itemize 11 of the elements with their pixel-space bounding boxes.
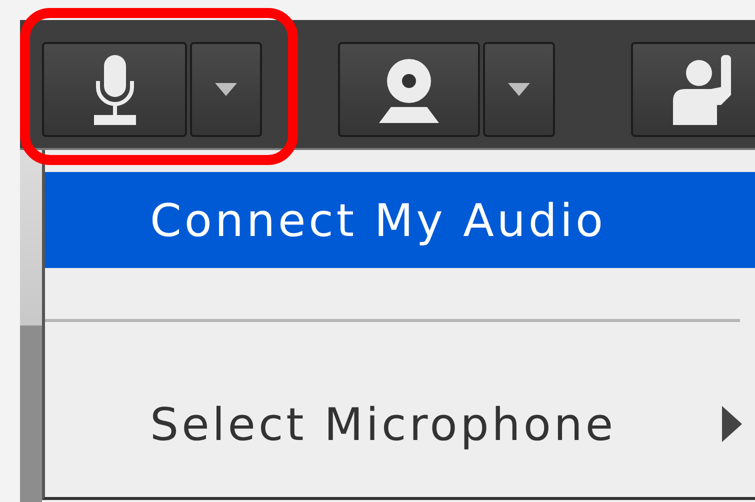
microphone-button[interactable]: [42, 42, 187, 137]
hand-button[interactable]: [631, 42, 755, 137]
menu-item[interactable]: Select Microphone: [45, 376, 755, 472]
webcam-button[interactable]: [338, 42, 480, 137]
microphone-icon: [92, 52, 138, 126]
menu-item[interactable]: Connect My Audio: [45, 172, 755, 268]
caret-icon: [215, 83, 237, 96]
dropdown-button[interactable]: [190, 42, 262, 137]
dropdown-button[interactable]: [483, 42, 555, 137]
caret-icon: [508, 83, 530, 96]
submenu-arrow-icon: [722, 406, 742, 442]
